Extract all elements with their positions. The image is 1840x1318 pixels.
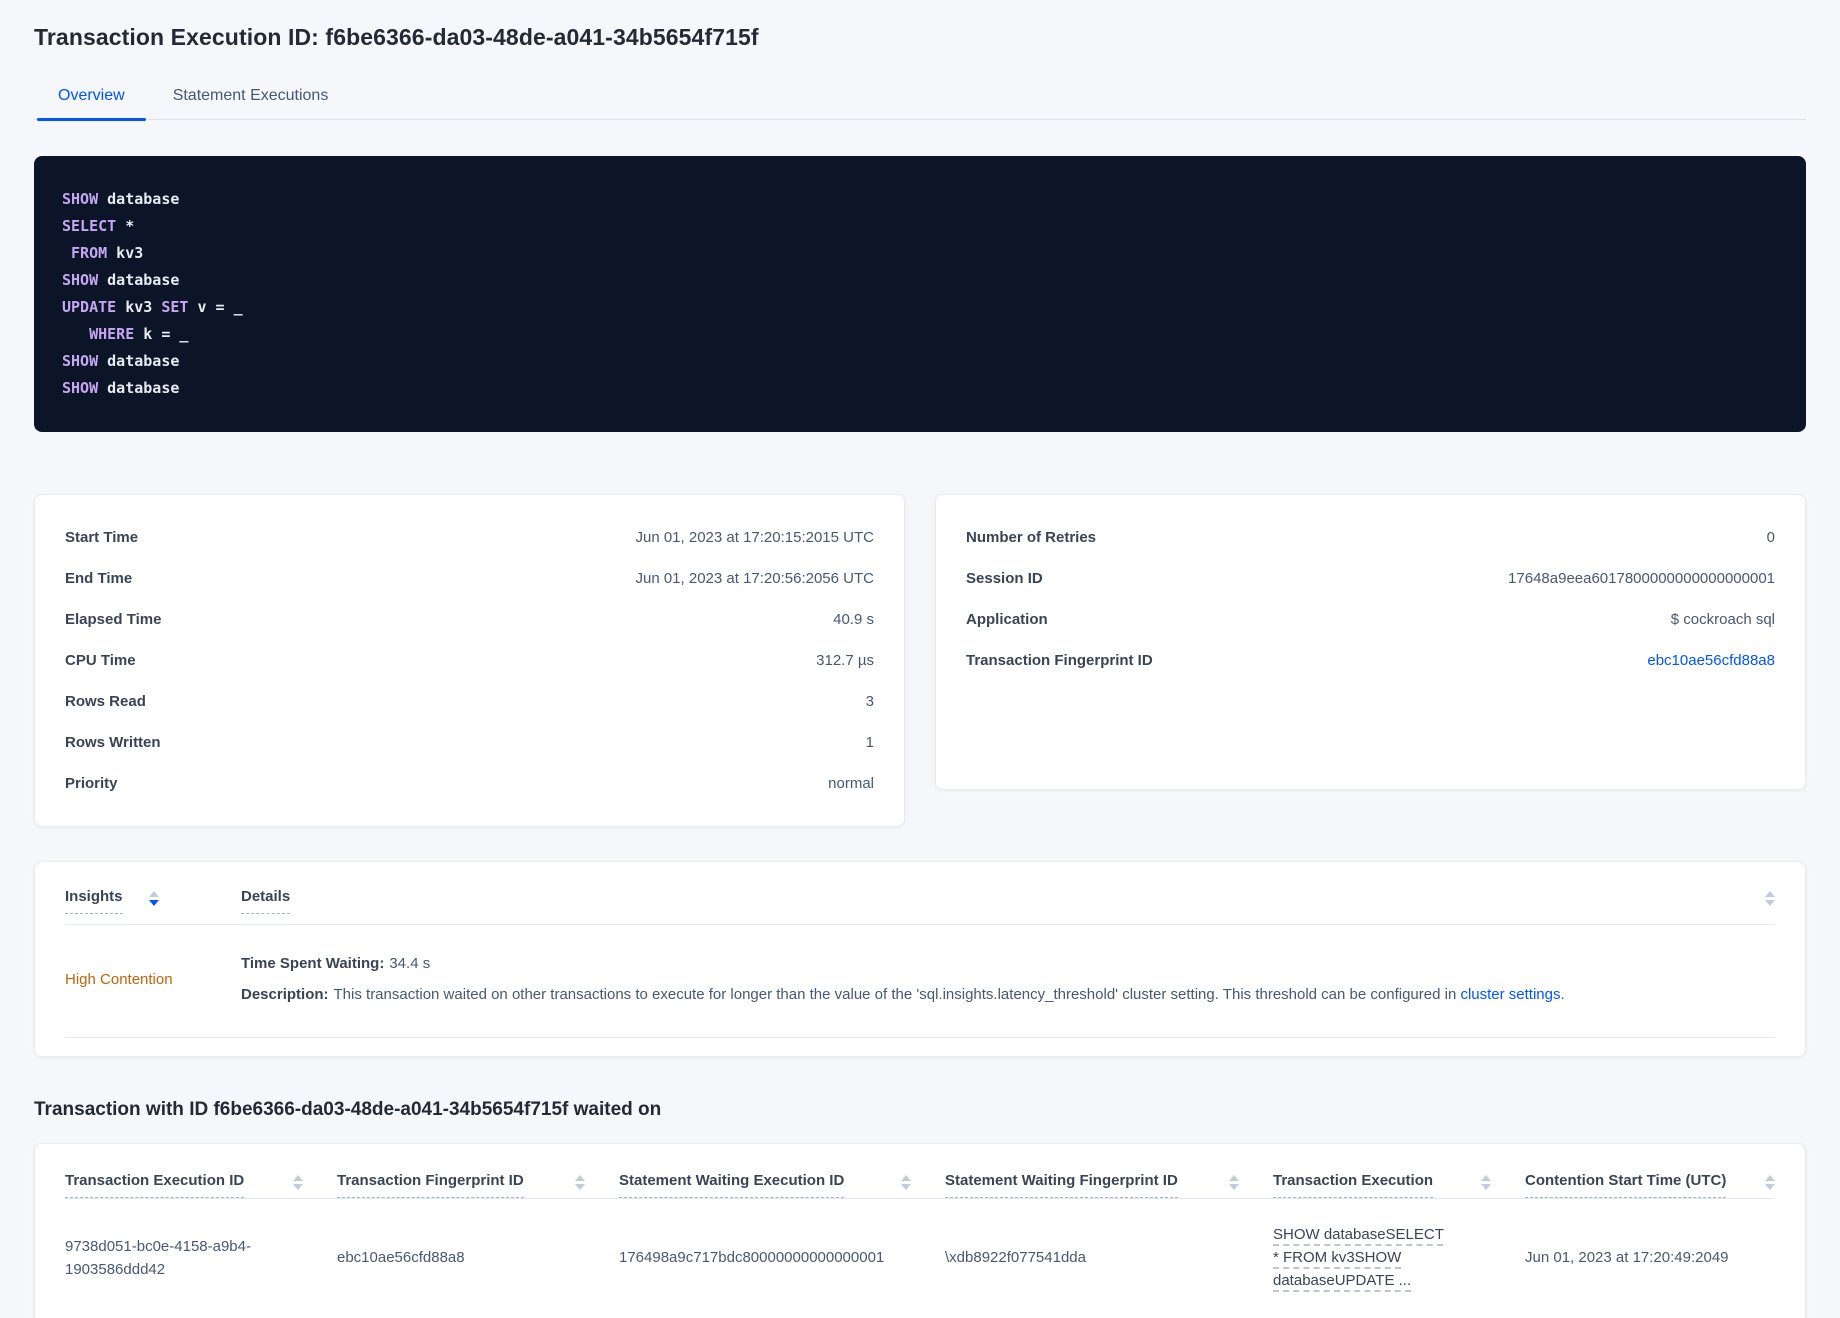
summary-label: Session ID bbox=[966, 570, 1043, 587]
summary-row-end-time: End Time Jun 01, 2023 at 17:20:56:2056 U… bbox=[65, 558, 874, 599]
waited-on-table-header: Transaction Execution ID Transaction Fin… bbox=[65, 1144, 1775, 1199]
summary-cards: Start Time Jun 01, 2023 at 17:20:15:2015… bbox=[34, 494, 1806, 827]
summary-row-rows-written: Rows Written 1 bbox=[65, 722, 874, 763]
column-header-transaction-execution-id[interactable]: Transaction Execution ID bbox=[65, 1172, 337, 1198]
sort-icon[interactable] bbox=[1481, 1175, 1491, 1190]
column-label: Transaction Execution bbox=[1273, 1172, 1434, 1198]
page-title: Transaction Execution ID: f6be6366-da03-… bbox=[34, 24, 759, 50]
transaction-execution-link[interactable]: SHOW databaseSELECT * FROM kv3SHOW datab… bbox=[1273, 1223, 1445, 1292]
time-spent-waiting-value: 34.4 s bbox=[389, 955, 431, 972]
column-header-details[interactable]: Details bbox=[241, 888, 291, 914]
summary-label: Rows Read bbox=[65, 693, 146, 710]
column-label: Statement Waiting Fingerprint ID bbox=[945, 1172, 1178, 1198]
tab-statement-executions[interactable]: Statement Executions bbox=[149, 79, 353, 119]
column-header-transaction-execution[interactable]: Transaction Execution bbox=[1273, 1172, 1525, 1198]
summary-row-priority: Priority normal bbox=[65, 763, 874, 804]
sort-icon[interactable] bbox=[575, 1175, 585, 1190]
summary-card-left: Start Time Jun 01, 2023 at 17:20:15:2015… bbox=[34, 494, 905, 827]
sql-line: WHERE k = _ bbox=[89, 325, 189, 343]
cluster-settings-link[interactable]: cluster settings bbox=[1460, 986, 1560, 1003]
summary-value: Jun 01, 2023 at 17:20:15:2015 UTC bbox=[635, 529, 874, 546]
sort-icon[interactable] bbox=[1765, 891, 1775, 906]
insight-badge-high-contention: High Contention bbox=[65, 970, 173, 988]
tab-bar: Overview Statement Executions bbox=[34, 79, 1806, 121]
sort-desc-icon[interactable] bbox=[148, 891, 159, 914]
summary-label: Rows Written bbox=[65, 734, 161, 751]
time-spent-waiting-label: Time Spent Waiting: bbox=[241, 955, 385, 972]
column-header-insights[interactable]: Insights bbox=[65, 888, 241, 914]
summary-label: Start Time bbox=[65, 529, 139, 546]
tab-overview[interactable]: Overview bbox=[34, 79, 149, 121]
summary-value: $ cockroach sql bbox=[1670, 611, 1775, 628]
summary-value: 17648a9eea6017800000000000000001 bbox=[1508, 570, 1775, 587]
insight-description: Description: This transaction waited on o… bbox=[241, 984, 1775, 1005]
description-period: . bbox=[1560, 986, 1565, 1003]
cell-statement-waiting-execution-id: 176498a9c717bdc80000000000000001 bbox=[619, 1249, 885, 1266]
summary-value: Jun 01, 2023 at 17:20:56:2056 UTC bbox=[635, 570, 874, 587]
time-spent-waiting: Time Spent Waiting: 34.4 s bbox=[241, 953, 1775, 974]
transaction-fingerprint-link[interactable]: ebc10ae56cfd88a8 bbox=[1647, 650, 1775, 671]
insight-details: Time Spent Waiting: 34.4 s Description: Th… bbox=[241, 953, 1775, 1005]
summary-label: Number of Retries bbox=[966, 529, 1097, 546]
column-header-statement-waiting-execution-id[interactable]: Statement Waiting Execution ID bbox=[619, 1172, 945, 1198]
column-label: Transaction Execution ID bbox=[65, 1172, 245, 1198]
sql-line: SHOW database bbox=[62, 190, 180, 208]
summary-label: CPU Time bbox=[65, 652, 136, 669]
summary-label: Priority bbox=[65, 775, 118, 792]
column-header-transaction-fingerprint-id[interactable]: Transaction Fingerprint ID bbox=[337, 1172, 619, 1198]
summary-label: Transaction Fingerprint ID bbox=[966, 652, 1153, 669]
summary-value: 40.9 s bbox=[833, 611, 874, 628]
summary-row-elapsed-time: Elapsed Time 40.9 s bbox=[65, 599, 874, 640]
summary-row-session-id: Session ID 17648a9eea6017800000000000000… bbox=[966, 558, 1775, 599]
summary-row-rows-read: Rows Read 3 bbox=[65, 681, 874, 722]
sort-icon[interactable] bbox=[901, 1175, 911, 1190]
cell-transaction-fingerprint-id: ebc10ae56cfd88a8 bbox=[337, 1249, 465, 1266]
insight-row: High Contention Time Spent Waiting: 34.4 … bbox=[65, 925, 1775, 1038]
column-header-statement-waiting-fingerprint-id[interactable]: Statement Waiting Fingerprint ID bbox=[945, 1172, 1273, 1198]
summary-label: End Time bbox=[65, 570, 133, 587]
cell-statement-waiting-fingerprint-id: \xdb8922f077541dda bbox=[945, 1249, 1086, 1266]
table-row: 9738d051-bc0e-4158-a9b4-1903586ddd42 ebc… bbox=[65, 1199, 1775, 1318]
cell-transaction-execution-id: 9738d051-bc0e-4158-a9b4-1903586ddd42 bbox=[65, 1237, 251, 1278]
sql-line: UPDATE kv3 SET v = _ bbox=[62, 298, 243, 316]
summary-label: Application bbox=[966, 611, 1048, 628]
summary-value: 1 bbox=[865, 734, 874, 751]
sql-line: SHOW database bbox=[62, 379, 180, 397]
cell-contention-start-time: Jun 01, 2023 at 17:20:49:2049 bbox=[1525, 1249, 1729, 1266]
column-label: Transaction Fingerprint ID bbox=[337, 1172, 524, 1198]
column-label: Statement Waiting Execution ID bbox=[619, 1172, 845, 1198]
sql-box: SHOW database SELECT * FROM kv3 SHOW datab… bbox=[34, 156, 1806, 432]
insights-table-header: Insights Details bbox=[65, 862, 1775, 925]
sort-icon[interactable] bbox=[1229, 1175, 1239, 1190]
sql-line: SELECT * bbox=[62, 217, 135, 235]
summary-value: 0 bbox=[1766, 529, 1775, 546]
sql-line: SHOW database bbox=[62, 352, 180, 370]
summary-row-application: Application $ cockroach sql bbox=[966, 599, 1775, 640]
sql-line: SHOW database bbox=[62, 271, 180, 289]
summary-label: Elapsed Time bbox=[65, 611, 162, 628]
transaction-details-page: Transaction Execution ID: f6be6366-da03-… bbox=[0, 0, 1840, 1318]
summary-value: 312.7 µs bbox=[816, 652, 874, 669]
sort-icon[interactable] bbox=[293, 1175, 303, 1190]
column-label: Insights bbox=[65, 888, 123, 914]
summary-value: 3 bbox=[865, 693, 874, 710]
summary-row-retries: Number of Retries 0 bbox=[966, 517, 1775, 558]
sql-line: FROM kv3 bbox=[71, 244, 144, 262]
waited-on-section-title: Transaction with ID f6be6366-da03-48de-a… bbox=[34, 1099, 662, 1120]
summary-row-txn-fingerprint: Transaction Fingerprint ID ebc10ae56cfd8… bbox=[966, 640, 1775, 681]
cell-transaction-execution: SHOW databaseSELECT * FROM kv3SHOW datab… bbox=[1273, 1223, 1525, 1292]
waited-on-table-card: Transaction Execution ID Transaction Fin… bbox=[34, 1143, 1806, 1318]
summary-card-right: Number of Retries 0 Session ID 17648a9ee… bbox=[935, 494, 1806, 790]
insights-card: Insights Details High Contention Time Sp… bbox=[34, 861, 1806, 1057]
summary-row-start-time: Start Time Jun 01, 2023 at 17:20:15:2015… bbox=[65, 517, 874, 558]
column-header-contention-start-time[interactable]: Contention Start Time (UTC) bbox=[1525, 1172, 1775, 1198]
description-label: Description: bbox=[241, 986, 329, 1003]
column-label: Contention Start Time (UTC) bbox=[1525, 1172, 1727, 1198]
description-text: This transaction waited on other transac… bbox=[333, 986, 1461, 1003]
summary-value: normal bbox=[828, 775, 874, 792]
sort-icon[interactable] bbox=[1765, 1175, 1775, 1190]
summary-row-cpu-time: CPU Time 312.7 µs bbox=[65, 640, 874, 681]
